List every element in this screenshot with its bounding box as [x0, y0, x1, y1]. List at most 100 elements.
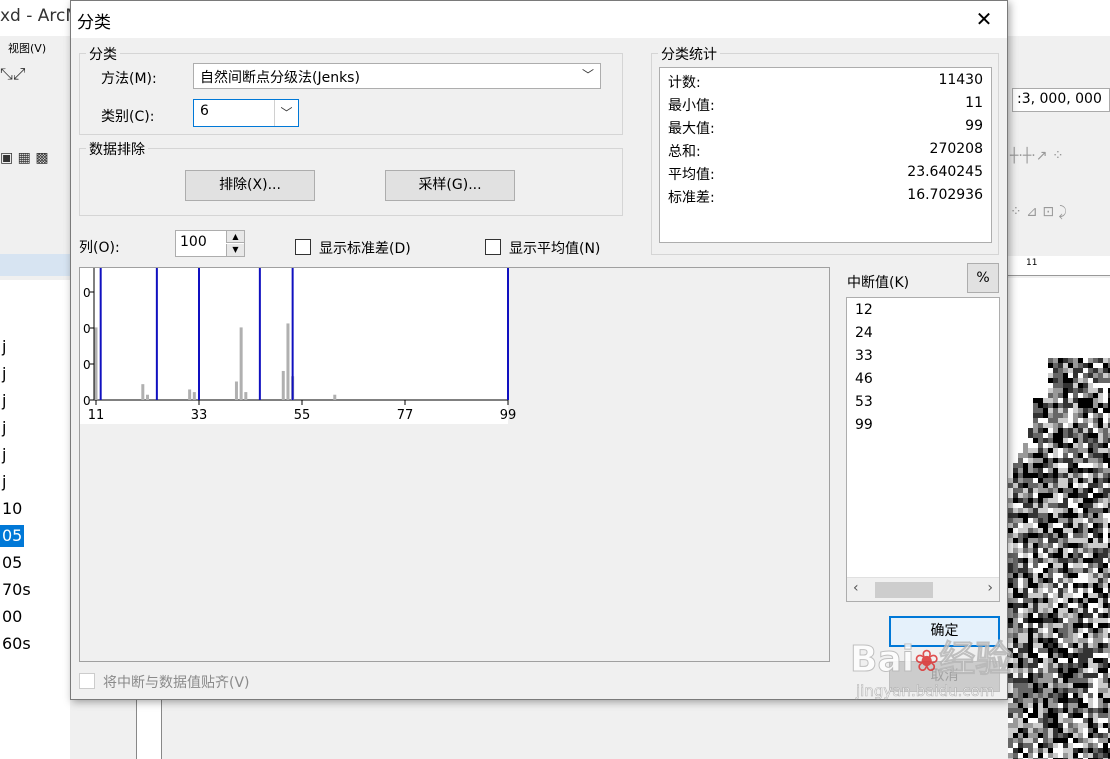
dialog-titlebar: 分类 ✕ — [71, 1, 1007, 38]
y-tick-label: 0 — [83, 286, 91, 300]
percent-button[interactable]: % — [967, 263, 999, 293]
toc-item[interactable]: j — [0, 444, 8, 466]
y-tick-label: 0 — [83, 394, 91, 408]
table-of-contents: j j j j j j 10 05 05 70s 00 60s — [0, 280, 70, 759]
break-value-item[interactable]: 12 — [855, 302, 873, 318]
x-tick-label: 99 — [500, 408, 517, 423]
stat-row: 最大值: 99 — [668, 118, 983, 141]
toc-item[interactable]: j — [0, 417, 8, 439]
histogram-bar — [141, 384, 145, 400]
chevron-down-icon[interactable]: ﹀ — [274, 100, 298, 126]
scrollbar-thumb[interactable] — [875, 582, 933, 598]
spin-up-icon[interactable]: ▲ — [226, 231, 244, 243]
histogram-bar — [281, 370, 285, 400]
breaks-label: 中断值(K) — [847, 275, 910, 291]
exclude-button[interactable]: 排除(X)... — [185, 170, 315, 201]
stat-row: 标准差: 16.702936 — [668, 187, 983, 210]
zoom-full-icon[interactable]: ⤡⤢ — [0, 64, 26, 84]
columns-label: 列(O): — [79, 240, 120, 256]
chevron-down-icon[interactable]: ﹀ — [576, 64, 600, 88]
stat-row: 最小值: 11 — [668, 95, 983, 118]
toc-item[interactable]: 05 — [0, 552, 24, 574]
stat-label: 最大值: — [668, 121, 715, 137]
histogram-panel[interactable]: 0 0 0 0 11 33 55 77 99 — [79, 267, 830, 662]
spin-down-icon[interactable]: ▼ — [226, 244, 244, 256]
classes-label: 类别(C): — [101, 109, 155, 125]
snap-label: 将中断与数据值贴齐(V) — [103, 675, 250, 691]
raster-map-svg — [1008, 358, 1110, 759]
menu-view[interactable]: 视图(V) — [8, 40, 46, 56]
stat-label: 总和: — [668, 144, 701, 160]
classes-select[interactable]: 6 ﹀ — [193, 99, 299, 127]
classification-dialog: 分类 ✕ 分类 方法(M): 自然间断点分级法(Jenks) ﹀ 类别(C): … — [70, 0, 1008, 700]
y-tick-label: 0 — [83, 358, 91, 372]
histogram-background — [80, 268, 508, 424]
toc-item[interactable]: 00 — [0, 606, 24, 628]
toc-item[interactable]: j — [0, 390, 8, 412]
ok-button[interactable]: 确定 — [889, 616, 1000, 647]
toc-item[interactable]: 70s — [0, 579, 33, 601]
chevron-right-icon[interactable]: › — [987, 580, 993, 596]
toc-item[interactable]: j — [0, 363, 8, 385]
x-tick-label: 11 — [88, 408, 105, 423]
show-mean-label: 显示平均值(N) — [509, 241, 601, 257]
x-tick-label: 33 — [191, 408, 208, 423]
toc-item[interactable]: 05 — [0, 525, 25, 547]
histogram-bar — [94, 327, 98, 400]
columns-value: 100 — [180, 234, 207, 250]
columns-spinner[interactable]: 100 ▲ ▼ — [175, 230, 245, 257]
toc-item[interactable]: j — [0, 471, 8, 493]
y-tick-label: 0 — [83, 322, 91, 336]
histogram-bar — [333, 394, 337, 400]
stat-value: 270208 — [929, 141, 983, 157]
stat-value: 11 — [965, 95, 983, 111]
scale-input[interactable]: :3, 000, 000 — [1012, 88, 1110, 112]
horizontal-scrollbar[interactable]: ‹ › — [847, 577, 999, 601]
classes-value: 6 — [200, 103, 209, 119]
close-icon[interactable]: ✕ — [961, 1, 1007, 38]
method-select[interactable]: 自然间断点分级法(Jenks) ﹀ — [193, 63, 601, 89]
cancel-button[interactable]: 取消 — [889, 661, 1000, 692]
toc-item[interactable]: 60s — [0, 633, 33, 655]
stat-label: 标准差: — [668, 190, 715, 206]
snap-checkbox[interactable] — [79, 673, 95, 689]
histogram-bar — [192, 392, 196, 400]
histogram-bar — [146, 394, 149, 400]
stat-value: 23.640245 — [907, 164, 983, 180]
editing-toolbar-icon[interactable]: ┼·┼·↗ ⁘ — [1010, 148, 1064, 164]
show-std-checkbox[interactable] — [295, 239, 311, 255]
break-value-item[interactable]: 24 — [855, 325, 873, 341]
statistics-group-label: 分类统计 — [658, 44, 720, 64]
stat-label: 最小值: — [668, 98, 715, 114]
histogram-bar — [244, 392, 248, 400]
dialog-title: 分类 — [77, 13, 111, 33]
toc-header — [0, 254, 70, 276]
stat-value: 16.702936 — [907, 187, 983, 203]
stat-row: 总和: 270208 — [668, 141, 983, 164]
statistics-box: 计数: 11430 最小值: 11 最大值: 99 总和: 270208 平均值: 23.6402… — [659, 67, 992, 243]
exclusion-group-label: 数据排除 — [86, 139, 148, 159]
method-value: 自然间断点分级法(Jenks) — [200, 70, 360, 86]
chevron-left-icon[interactable]: ‹ — [853, 580, 859, 596]
break-value-item[interactable]: 46 — [855, 371, 873, 387]
x-tick-label: 77 — [397, 408, 414, 423]
break-values-list[interactable]: 12 24 33 46 53 99 ‹ › — [846, 297, 1000, 602]
sampling-button[interactable]: 采样(G)... — [385, 170, 515, 201]
show-mean-checkbox[interactable] — [485, 239, 501, 255]
break-value-item[interactable]: 33 — [855, 348, 873, 364]
break-value-item[interactable]: 99 — [855, 417, 873, 433]
histogram-chart: 000011 33 55 77 99 — [80, 268, 517, 424]
break-value-item[interactable]: 53 — [855, 394, 873, 410]
histogram-bar — [286, 323, 290, 400]
vertical-ruler — [136, 700, 162, 759]
histogram-bar — [234, 381, 238, 400]
geometry-toolbar-icon[interactable]: ⁘ ⊿ ⊡ ⤸ — [1010, 204, 1067, 220]
layout-tools-icon[interactable]: ▣ ▦ ▩ — [0, 150, 49, 166]
toc-item[interactable]: j — [0, 336, 8, 358]
stat-label: 计数: — [668, 75, 701, 91]
toc-item[interactable]: 10 — [0, 498, 24, 520]
map-view[interactable] — [1008, 278, 1110, 759]
histogram-bar — [239, 327, 243, 400]
stat-row: 计数: 11430 — [668, 72, 983, 95]
app-title: xd - ArcM — [0, 6, 81, 26]
